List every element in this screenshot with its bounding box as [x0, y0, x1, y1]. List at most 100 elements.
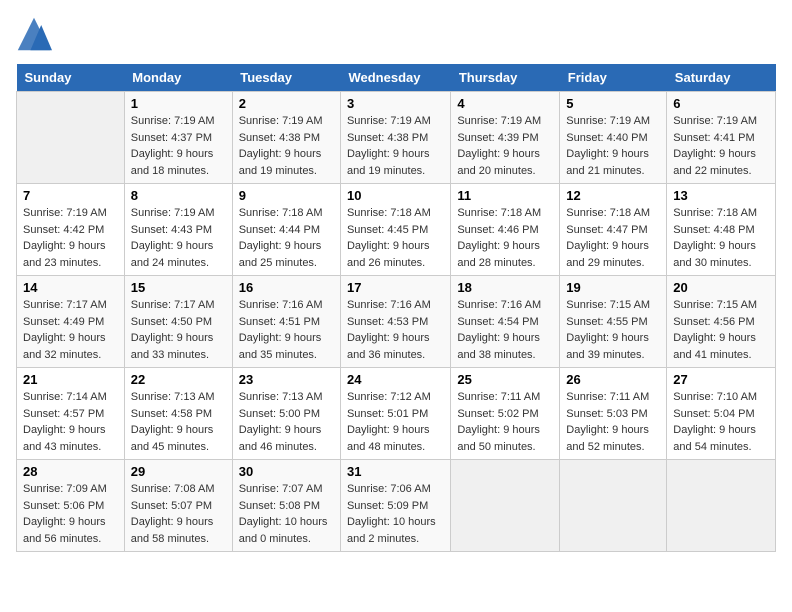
day-info: Sunrise: 7:16 AMSunset: 4:53 PMDaylight:… — [347, 297, 444, 363]
day-cell: 21 Sunrise: 7:14 AMSunset: 4:57 PMDayligh… — [17, 368, 125, 460]
day-cell: 10Sunrise: 7:18 AMSunset: 4:45 PMDayligh… — [340, 184, 450, 276]
day-info: Sunrise: 7:11 AMSunset: 5:02 PMDaylight:… — [457, 389, 553, 455]
day-info: Sunrise: 7:06 AMSunset: 5:09 PMDaylight:… — [347, 481, 444, 547]
day-number: 4 — [457, 96, 553, 111]
day-number: 5 — [566, 96, 660, 111]
day-cell: 25 Sunrise: 7:11 AMSunset: 5:02 PMDayligh… — [451, 368, 560, 460]
day-cell: 20 Sunrise: 7:15 AMSunset: 4:56 PMDayligh… — [667, 276, 776, 368]
day-number: 8 — [131, 188, 226, 203]
day-cell: 27 Sunrise: 7:10 AMSunset: 5:04 PMDayligh… — [667, 368, 776, 460]
day-number: 9 — [239, 188, 334, 203]
day-number: 23 — [239, 372, 334, 387]
day-cell: 14Sunrise: 7:17 AMSunset: 4:49 PMDayligh… — [17, 276, 125, 368]
day-number: 19 — [566, 280, 660, 295]
day-info: Sunrise: 7:19 AMSunset: 4:41 PMDaylight:… — [673, 113, 769, 179]
header — [16, 16, 776, 52]
week-row-1: 1 Sunrise: 7:19 AMSunset: 4:37 PMDaylight… — [17, 92, 776, 184]
day-cell: 1 Sunrise: 7:19 AMSunset: 4:37 PMDaylight… — [124, 92, 232, 184]
header-cell-friday: Friday — [560, 64, 667, 92]
day-info: Sunrise: 7:07 AMSunset: 5:08 PMDaylight:… — [239, 481, 334, 547]
day-number: 2 — [239, 96, 334, 111]
day-info: Sunrise: 7:13 AMSunset: 4:58 PMDaylight:… — [131, 389, 226, 455]
week-row-5: 28 Sunrise: 7:09 AMSunset: 5:06 PMDayligh… — [17, 460, 776, 552]
day-info: Sunrise: 7:18 AMSunset: 4:47 PMDaylight:… — [566, 205, 660, 271]
day-number: 16 — [239, 280, 334, 295]
day-info: Sunrise: 7:18 AMSunset: 4:44 PMDaylight:… — [239, 205, 334, 271]
header-cell-thursday: Thursday — [451, 64, 560, 92]
day-cell: 7 Sunrise: 7:19 AMSunset: 4:42 PMDaylight… — [17, 184, 125, 276]
day-number: 27 — [673, 372, 769, 387]
day-info: Sunrise: 7:19 AMSunset: 4:39 PMDaylight:… — [457, 113, 553, 179]
day-info: Sunrise: 7:08 AMSunset: 5:07 PMDaylight:… — [131, 481, 226, 547]
day-info: Sunrise: 7:19 AMSunset: 4:37 PMDaylight:… — [131, 113, 226, 179]
day-info: Sunrise: 7:18 AMSunset: 4:48 PMDaylight:… — [673, 205, 769, 271]
day-info: Sunrise: 7:13 AMSunset: 5:00 PMDaylight:… — [239, 389, 334, 455]
day-cell: 16 Sunrise: 7:16 AMSunset: 4:51 PMDayligh… — [232, 276, 340, 368]
day-cell: 3 Sunrise: 7:19 AMSunset: 4:38 PMDaylight… — [340, 92, 450, 184]
day-number: 26 — [566, 372, 660, 387]
day-cell: 4 Sunrise: 7:19 AMSunset: 4:39 PMDaylight… — [451, 92, 560, 184]
day-cell: 9 Sunrise: 7:18 AMSunset: 4:44 PMDaylight… — [232, 184, 340, 276]
day-info: Sunrise: 7:18 AMSunset: 4:45 PMDaylight:… — [347, 205, 444, 271]
day-info: Sunrise: 7:17 AMSunset: 4:50 PMDaylight:… — [131, 297, 226, 363]
day-number: 13 — [673, 188, 769, 203]
day-cell: 6 Sunrise: 7:19 AMSunset: 4:41 PMDaylight… — [667, 92, 776, 184]
day-number: 17 — [347, 280, 444, 295]
day-cell: 8 Sunrise: 7:19 AMSunset: 4:43 PMDaylight… — [124, 184, 232, 276]
day-number: 3 — [347, 96, 444, 111]
logo — [16, 16, 56, 52]
day-cell: 18Sunrise: 7:16 AMSunset: 4:54 PMDayligh… — [451, 276, 560, 368]
calendar-table: SundayMondayTuesdayWednesdayThursdayFrid… — [16, 64, 776, 552]
day-number: 20 — [673, 280, 769, 295]
day-info: Sunrise: 7:17 AMSunset: 4:49 PMDaylight:… — [23, 297, 118, 363]
day-number: 30 — [239, 464, 334, 479]
day-cell: 13 Sunrise: 7:18 AMSunset: 4:48 PMDayligh… — [667, 184, 776, 276]
day-cell: 29 Sunrise: 7:08 AMSunset: 5:07 PMDayligh… — [124, 460, 232, 552]
day-info: Sunrise: 7:19 AMSunset: 4:38 PMDaylight:… — [347, 113, 444, 179]
day-cell — [560, 460, 667, 552]
day-number: 25 — [457, 372, 553, 387]
header-cell-wednesday: Wednesday — [340, 64, 450, 92]
day-cell: 31 Sunrise: 7:06 AMSunset: 5:09 PMDayligh… — [340, 460, 450, 552]
day-cell: 26 Sunrise: 7:11 AMSunset: 5:03 PMDayligh… — [560, 368, 667, 460]
day-info: Sunrise: 7:10 AMSunset: 5:04 PMDaylight:… — [673, 389, 769, 455]
week-row-2: 7 Sunrise: 7:19 AMSunset: 4:42 PMDaylight… — [17, 184, 776, 276]
day-info: Sunrise: 7:09 AMSunset: 5:06 PMDaylight:… — [23, 481, 118, 547]
day-info: Sunrise: 7:19 AMSunset: 4:38 PMDaylight:… — [239, 113, 334, 179]
day-cell: 28 Sunrise: 7:09 AMSunset: 5:06 PMDayligh… — [17, 460, 125, 552]
day-number: 1 — [131, 96, 226, 111]
day-number: 15 — [131, 280, 226, 295]
week-row-4: 21 Sunrise: 7:14 AMSunset: 4:57 PMDayligh… — [17, 368, 776, 460]
day-number: 28 — [23, 464, 118, 479]
day-cell — [667, 460, 776, 552]
logo-icon — [16, 16, 52, 52]
day-cell: 5 Sunrise: 7:19 AMSunset: 4:40 PMDaylight… — [560, 92, 667, 184]
day-number: 31 — [347, 464, 444, 479]
day-info: Sunrise: 7:15 AMSunset: 4:56 PMDaylight:… — [673, 297, 769, 363]
day-number: 11 — [457, 188, 553, 203]
day-number: 21 — [23, 372, 118, 387]
header-cell-saturday: Saturday — [667, 64, 776, 92]
day-cell: 11 Sunrise: 7:18 AMSunset: 4:46 PMDayligh… — [451, 184, 560, 276]
week-row-3: 14Sunrise: 7:17 AMSunset: 4:49 PMDayligh… — [17, 276, 776, 368]
day-info: Sunrise: 7:19 AMSunset: 4:42 PMDaylight:… — [23, 205, 118, 271]
day-cell: 30 Sunrise: 7:07 AMSunset: 5:08 PMDayligh… — [232, 460, 340, 552]
day-cell: 22Sunrise: 7:13 AMSunset: 4:58 PMDayligh… — [124, 368, 232, 460]
day-cell: 15 Sunrise: 7:17 AMSunset: 4:50 PMDayligh… — [124, 276, 232, 368]
day-cell: 24Sunrise: 7:12 AMSunset: 5:01 PMDayligh… — [340, 368, 450, 460]
day-info: Sunrise: 7:14 AMSunset: 4:57 PMDaylight:… — [23, 389, 118, 455]
day-number: 6 — [673, 96, 769, 111]
day-number: 29 — [131, 464, 226, 479]
day-cell: 2 Sunrise: 7:19 AMSunset: 4:38 PMDaylight… — [232, 92, 340, 184]
day-number: 7 — [23, 188, 118, 203]
day-info: Sunrise: 7:19 AMSunset: 4:43 PMDaylight:… — [131, 205, 226, 271]
header-cell-sunday: Sunday — [17, 64, 125, 92]
header-cell-tuesday: Tuesday — [232, 64, 340, 92]
day-info: Sunrise: 7:16 AMSunset: 4:54 PMDaylight:… — [457, 297, 553, 363]
day-info: Sunrise: 7:16 AMSunset: 4:51 PMDaylight:… — [239, 297, 334, 363]
day-cell: 12Sunrise: 7:18 AMSunset: 4:47 PMDayligh… — [560, 184, 667, 276]
day-info: Sunrise: 7:15 AMSunset: 4:55 PMDaylight:… — [566, 297, 660, 363]
day-info: Sunrise: 7:11 AMSunset: 5:03 PMDaylight:… — [566, 389, 660, 455]
day-info: Sunrise: 7:19 AMSunset: 4:40 PMDaylight:… — [566, 113, 660, 179]
day-info: Sunrise: 7:18 AMSunset: 4:46 PMDaylight:… — [457, 205, 553, 271]
